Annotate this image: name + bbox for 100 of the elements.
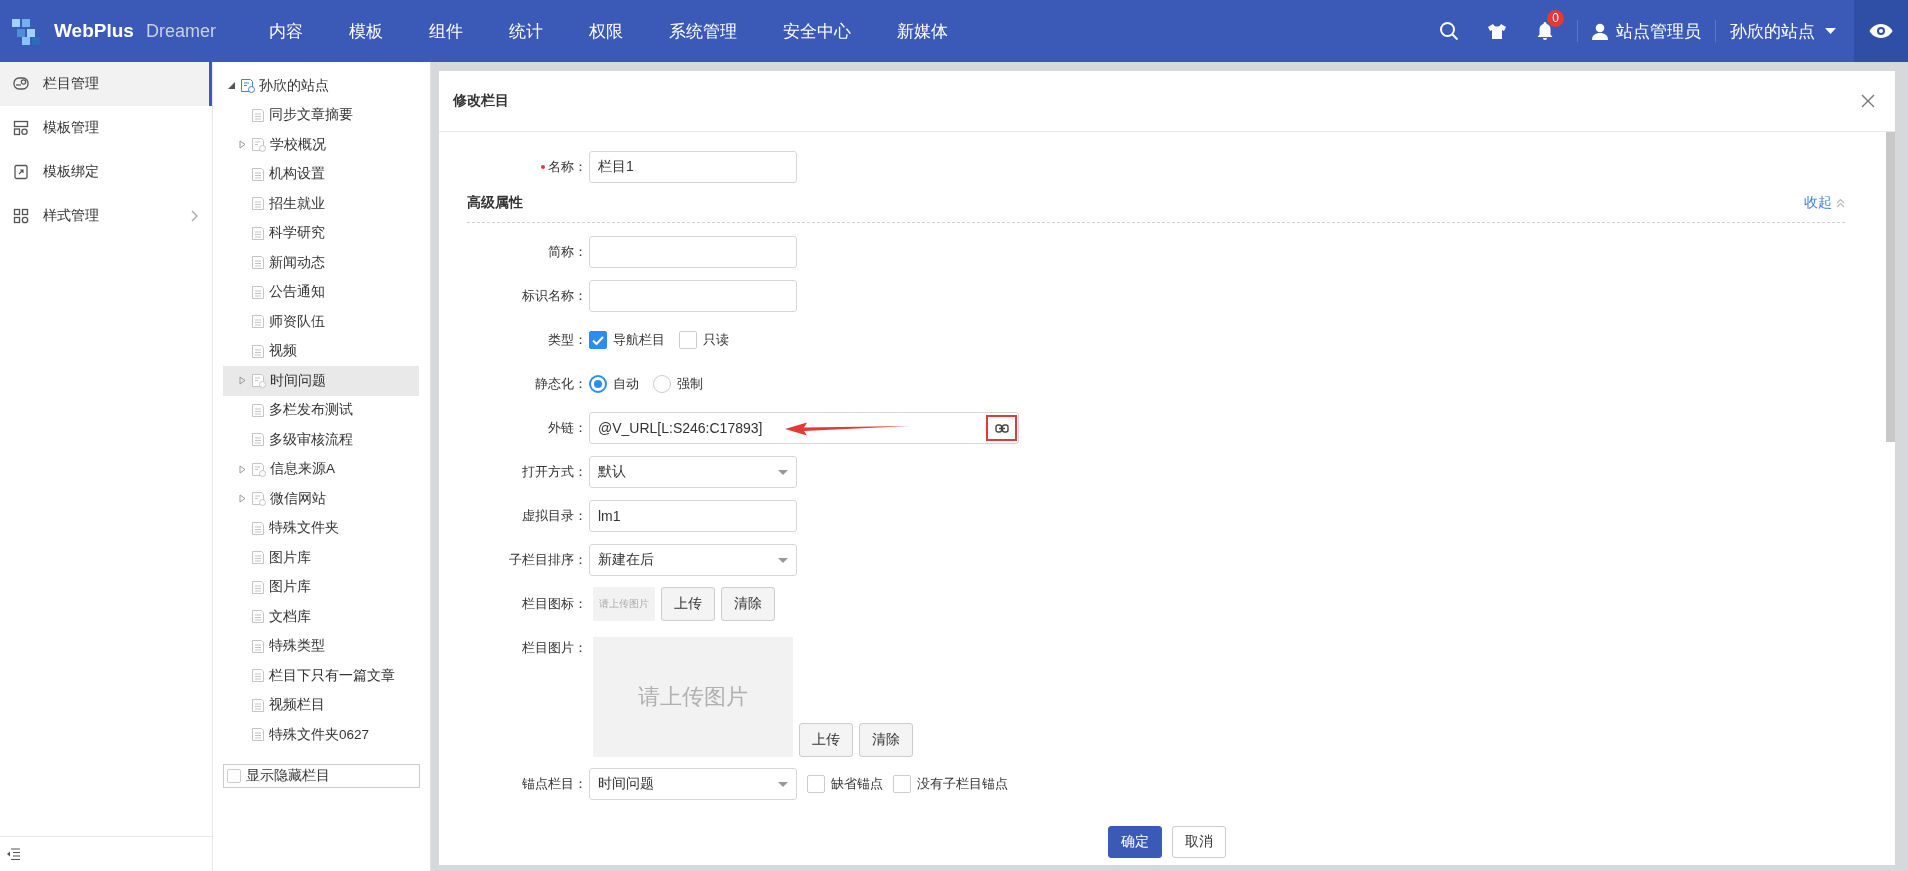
page-icon [251, 668, 265, 684]
nav-link[interactable]: 新媒体 [874, 19, 971, 43]
double-chevron-up-icon [1836, 198, 1845, 208]
sidebar-item[interactable]: 模板管理 [0, 106, 212, 150]
field-label: 标识名称： [522, 287, 587, 305]
expand-arrow-icon [239, 464, 246, 474]
section-heading: 高级属性 [467, 194, 523, 212]
eye-icon [1869, 23, 1893, 39]
page-icon [251, 343, 265, 359]
text-input[interactable] [589, 280, 797, 312]
scrollbar-thumb[interactable] [1886, 132, 1895, 442]
tree-item[interactable]: 科学研究 [223, 218, 419, 248]
checkbox[interactable] [227, 768, 241, 783]
sidebar-item[interactable]: 样式管理 [0, 194, 212, 238]
tree-item[interactable]: 微信网站 [223, 484, 419, 514]
tree-item[interactable]: 多栏发布测试 [223, 395, 419, 425]
link-input[interactable]: @V_URL[L:S246:C17893] [589, 412, 1019, 444]
tree-item[interactable]: 公告通知 [223, 277, 419, 307]
nav-link[interactable]: 安全中心 [760, 19, 874, 43]
user-menu[interactable]: 站点管理员 [1586, 19, 1707, 43]
dropdown[interactable]: 默认 [589, 456, 797, 488]
notification-button[interactable]: 0 [1521, 0, 1569, 62]
text-input[interactable] [589, 236, 797, 268]
tree-item[interactable]: 图片库 [223, 572, 419, 602]
checkbox[interactable] [679, 331, 697, 349]
tree-item[interactable]: 多级审核流程 [223, 425, 419, 455]
check-icon [592, 335, 604, 345]
dropdown[interactable]: 时间问题 [589, 768, 797, 800]
cancel-button[interactable]: 取消 [1172, 826, 1226, 858]
field-label: 锚点栏目： [522, 775, 587, 793]
tree-item[interactable]: 特殊文件夹 [223, 513, 419, 543]
tree-item[interactable]: 文档库 [223, 602, 419, 632]
checkbox[interactable] [893, 775, 911, 793]
page-icon [251, 697, 265, 713]
option-label: 只读 [703, 331, 729, 349]
link-picker-button[interactable] [986, 415, 1017, 441]
tree-item[interactable]: 同步文章摘要 [223, 100, 419, 130]
tree-item[interactable]: 视频 [223, 336, 419, 366]
notification-badge: 0 [1547, 10, 1564, 27]
product-name: Dreamer [145, 20, 216, 42]
field-label: 栏目图标： [522, 595, 587, 613]
site-switcher[interactable]: 孙欣的站点 [1724, 19, 1854, 43]
layout-icon [13, 120, 29, 136]
tree-root-item[interactable]: 孙欣的站点 [223, 71, 419, 101]
tree-item[interactable]: 特殊文件夹0627 [223, 720, 419, 750]
folder-page-icon [251, 491, 266, 507]
search-icon [1439, 21, 1459, 41]
nav-link[interactable]: 模板 [326, 19, 406, 43]
page-icon [251, 520, 265, 536]
user-icon [1592, 22, 1608, 40]
checkbox[interactable] [807, 775, 825, 793]
folder-page-icon [251, 373, 266, 389]
page-icon [251, 579, 265, 595]
tree-item[interactable]: 新闻动态 [223, 248, 419, 278]
field-label: 名称： [548, 158, 587, 176]
collapse-menu-icon [6, 848, 20, 860]
tree-item[interactable]: 机构设置 [223, 159, 419, 189]
close-icon [1861, 94, 1875, 108]
tree-item[interactable]: 学校概况 [223, 130, 419, 160]
clear-button[interactable]: 清除 [721, 587, 775, 621]
option-label: 没有子栏目锚点 [917, 775, 1008, 793]
sidebar-item[interactable]: 栏目管理 [0, 62, 212, 106]
tree-item[interactable]: 图片库 [223, 543, 419, 573]
clear-button[interactable]: 清除 [859, 723, 913, 757]
tree-item[interactable]: 栏目下只有一篇文章 [223, 661, 419, 691]
expand-arrow-icon [239, 140, 246, 150]
tree-item[interactable]: 招生就业 [223, 189, 419, 219]
page-icon [251, 225, 265, 241]
tree-item[interactable]: 视频栏目 [223, 690, 419, 720]
template-icon [13, 164, 29, 180]
site-icon [240, 78, 255, 94]
expand-arrow-icon [239, 494, 246, 504]
page-icon [251, 166, 265, 182]
radio-button[interactable] [653, 375, 671, 393]
tree-item[interactable]: 信息来源A [223, 454, 419, 484]
nav-link[interactable]: 系统管理 [646, 19, 760, 43]
radio-button[interactable] [589, 375, 607, 393]
upload-button[interactable]: 上传 [799, 723, 853, 757]
nav-link[interactable]: 权限 [566, 19, 646, 43]
checkbox[interactable] [589, 331, 607, 349]
collapse-link[interactable]: 收起 [1804, 194, 1845, 212]
confirm-button[interactable]: 确定 [1108, 826, 1162, 858]
nav-link[interactable]: 统计 [486, 19, 566, 43]
nav-link[interactable]: 组件 [406, 19, 486, 43]
nav-link[interactable]: 内容 [246, 19, 326, 43]
upload-button[interactable]: 上传 [661, 587, 715, 621]
text-input[interactable]: lm1 [589, 500, 797, 532]
option-label: 导航栏目 [613, 331, 665, 349]
field-label: 栏目图片： [522, 639, 587, 657]
page-icon [251, 432, 265, 448]
tree-item[interactable]: 特殊类型 [223, 631, 419, 661]
dropdown[interactable]: 新建在后 [589, 544, 797, 576]
menu-item-icon [13, 76, 29, 92]
text-input[interactable]: 栏目1 [589, 151, 797, 183]
tree-item[interactable]: 时间问题 [223, 366, 419, 396]
preview-button[interactable] [1854, 0, 1908, 62]
tree-item[interactable]: 师资队伍 [223, 307, 419, 337]
field-label: 外链： [548, 419, 587, 437]
sidebar-item[interactable]: 模板绑定 [0, 150, 212, 194]
field-label: 打开方式： [522, 463, 587, 481]
